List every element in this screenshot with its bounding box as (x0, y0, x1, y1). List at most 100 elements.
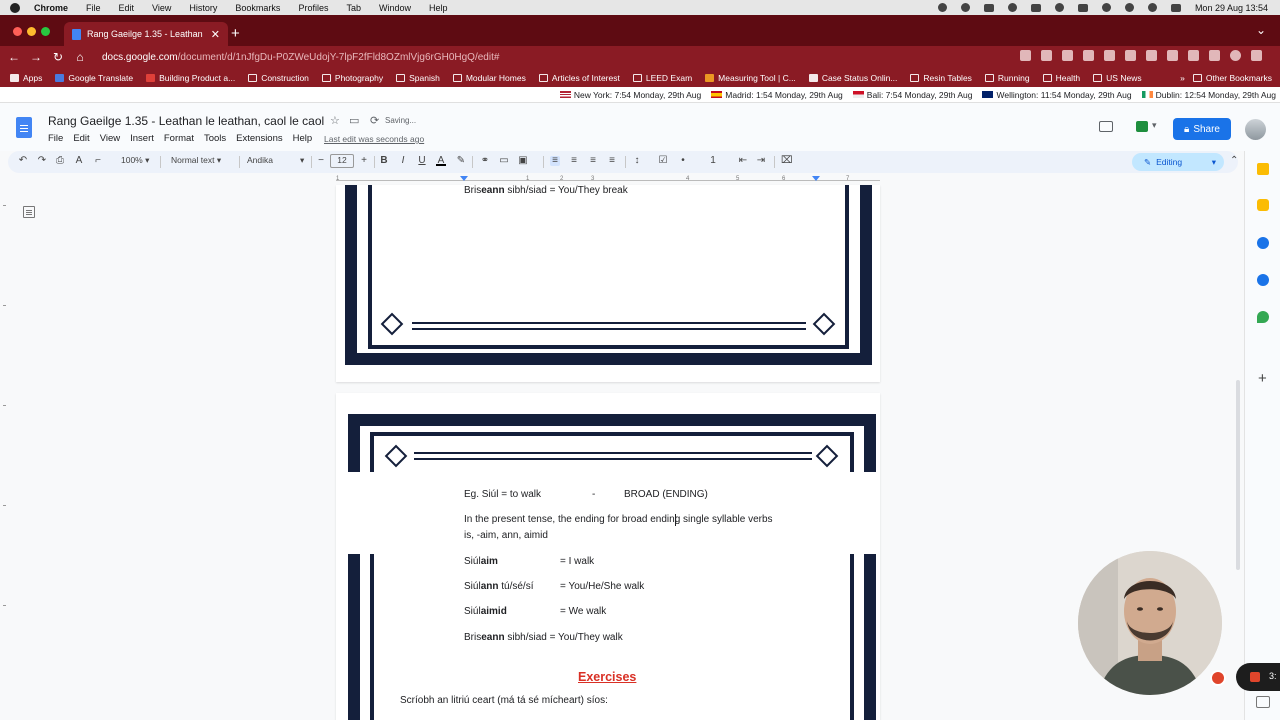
highlight-icon[interactable]: ✎ (456, 156, 466, 166)
bookmark-leed-exam[interactable]: LEED Exam (632, 73, 692, 83)
bold-icon[interactable]: B (379, 156, 389, 166)
tab-search-icon[interactable]: ⌄ (1256, 23, 1266, 37)
contacts-icon[interactable] (1257, 274, 1269, 286)
puzzle-icon[interactable] (1188, 50, 1199, 61)
bulleted-list-icon[interactable]: • (678, 156, 688, 166)
italic-icon[interactable]: I (398, 156, 408, 166)
font-select[interactable]: Andika (247, 155, 307, 165)
print-icon[interactable]: ⎙ (55, 156, 65, 166)
line-spacing-icon[interactable]: ↕ (632, 156, 642, 166)
scrollbar-thumb[interactable] (1236, 380, 1240, 570)
bookmark-star-icon[interactable] (1062, 50, 1073, 61)
bluetooth-icon[interactable] (1101, 3, 1111, 12)
record-button[interactable] (1210, 670, 1226, 686)
bookmark-construction[interactable]: Construction (248, 73, 309, 83)
text-color-icon[interactable]: A (436, 156, 446, 166)
menu-profiles[interactable]: Profiles (298, 3, 328, 13)
maps-icon[interactable] (1257, 311, 1269, 323)
battery-icon[interactable] (1077, 3, 1088, 12)
conjugation-translation[interactable]: = You/He/She walk (560, 581, 644, 592)
exercises-heading[interactable]: Exercises (578, 670, 636, 684)
sidebar-icon[interactable] (1209, 50, 1220, 61)
underline-icon[interactable]: U (417, 156, 427, 166)
maximize-window-button[interactable] (41, 27, 50, 36)
stop-recording-icon[interactable] (1250, 672, 1260, 682)
rule-line[interactable]: In the present tense, the ending for bro… (464, 514, 773, 525)
extension-icon[interactable] (1083, 50, 1094, 61)
forward-icon[interactable]: → (26, 50, 46, 64)
recording-controls[interactable]: 3: (1236, 663, 1280, 691)
document-outline-icon[interactable] (23, 206, 35, 218)
bookmarks-more-chevron[interactable]: » (1180, 73, 1185, 83)
rule-line[interactable]: is, -aim, ann, aimid (464, 530, 548, 541)
document-title[interactable]: Rang Gaeilge 1.35 - Leathan le leathan, … (48, 114, 324, 128)
cloud-icon[interactable] (1007, 3, 1017, 12)
bookmark-case-status[interactable]: Case Status Onlin... (808, 73, 897, 83)
control-center-icon[interactable] (1170, 3, 1181, 12)
menu-help[interactable]: Help (429, 3, 448, 13)
chevron-down-icon[interactable]: ▾ (300, 155, 304, 166)
avatar[interactable] (1245, 119, 1266, 140)
collapse-menus-icon[interactable]: ⌃ (1230, 155, 1238, 166)
comment-history-icon[interactable] (1099, 121, 1113, 132)
bookmark-articles[interactable]: Articles of Interest (538, 73, 620, 83)
install-icon[interactable] (1041, 50, 1052, 61)
docs-menu-tools[interactable]: Tools (204, 133, 226, 144)
zoom-select[interactable]: 100% ▾ (121, 155, 149, 166)
add-addon-icon[interactable]: + (1258, 370, 1267, 387)
comment-icon[interactable]: ▭ (499, 156, 509, 166)
extension-icon[interactable] (1104, 50, 1115, 61)
clear-formatting-icon[interactable]: ⌧ (781, 156, 793, 166)
menu-file[interactable]: File (86, 3, 101, 13)
paint-format-icon[interactable]: ⌐ (93, 156, 103, 166)
webcam-bubble[interactable] (1078, 551, 1222, 695)
hide-panel-icon[interactable] (1256, 696, 1270, 708)
bookmark-photography[interactable]: Photography (321, 73, 383, 83)
url-bar[interactable]: docs.google.com/document/d/1nJfgDu-P0ZWe… (96, 49, 996, 65)
conjugation-line[interactable]: Siúlaimid (464, 606, 507, 617)
new-tab-button[interactable]: + (231, 25, 240, 42)
docs-menu-file[interactable]: File (48, 133, 63, 144)
menu-bookmarks[interactable]: Bookmarks (235, 3, 280, 13)
calendar-icon[interactable] (1257, 163, 1269, 175)
keep-icon[interactable] (1257, 199, 1269, 211)
conjugation-line[interactable]: Siúlann tú/sé/sí (464, 581, 533, 592)
spellcheck-icon[interactable]: A (74, 156, 84, 166)
menu-window[interactable]: Window (379, 3, 411, 13)
left-indent-marker[interactable] (460, 176, 468, 181)
minimize-window-button[interactable] (27, 27, 36, 36)
link-icon[interactable]: ⚭ (480, 156, 490, 166)
menu-edit[interactable]: Edit (119, 3, 135, 13)
back-icon[interactable]: ← (4, 50, 24, 64)
menu-tab[interactable]: Tab (346, 3, 361, 13)
close-window-button[interactable] (13, 27, 22, 36)
profile-icon[interactable] (1230, 50, 1241, 61)
tasks-icon[interactable] (1257, 237, 1269, 249)
bookmark-apps[interactable]: Apps (10, 73, 42, 83)
kebab-menu-icon[interactable] (1251, 50, 1262, 61)
share-button[interactable]: 🔒︎ Share (1173, 118, 1231, 140)
image-icon[interactable]: ▣ (518, 156, 528, 166)
bookmark-google-translate[interactable]: Google Translate (55, 73, 133, 83)
menu-view[interactable]: View (152, 3, 171, 13)
horizontal-ruler[interactable]: 1 1 2 3 4 5 6 7 (336, 176, 880, 185)
notification-icon[interactable] (983, 3, 994, 12)
docs-menu-edit[interactable]: Edit (73, 133, 89, 144)
screen-icon[interactable] (1030, 3, 1041, 12)
extension-icon[interactable] (1167, 50, 1178, 61)
docs-menu-help[interactable]: Help (293, 133, 313, 144)
tab-close-icon[interactable]: ✕ (211, 28, 220, 41)
menu-datetime[interactable]: Mon 29 Aug 13:54 (1195, 3, 1268, 13)
align-left-icon[interactable]: ≡ (550, 156, 560, 166)
status-icon[interactable] (960, 3, 970, 12)
move-folder-icon[interactable]: ▭ (349, 114, 359, 127)
right-indent-marker[interactable] (812, 176, 820, 181)
align-justify-icon[interactable]: ≡ (607, 156, 617, 166)
bookmark-us-news[interactable]: US News (1093, 73, 1142, 83)
docs-menu-insert[interactable]: Insert (130, 133, 154, 144)
font-size-input[interactable]: 12 (330, 154, 354, 168)
checklist-icon[interactable]: ☑ (658, 156, 668, 166)
editing-mode-select[interactable]: ✎ Editing ▾ (1132, 153, 1224, 171)
home-icon[interactable]: ⌂ (70, 50, 90, 64)
reload-icon[interactable]: ↻ (48, 50, 68, 64)
